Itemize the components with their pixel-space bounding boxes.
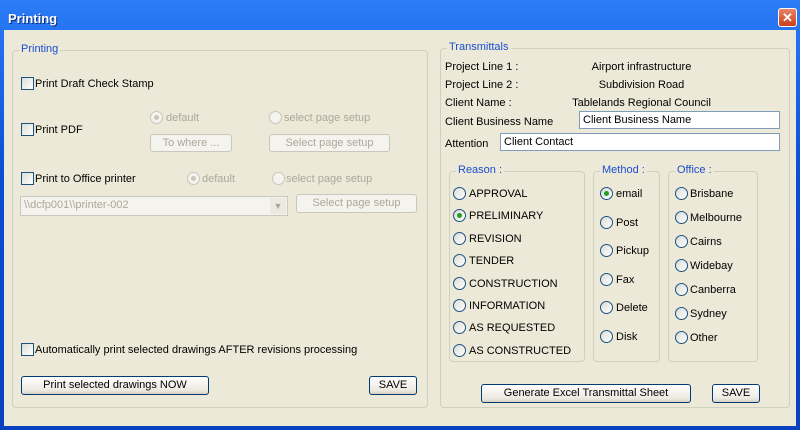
office-default-label: default bbox=[202, 173, 236, 185]
office-radio-canberra[interactable] bbox=[675, 283, 688, 296]
method-label: Method : bbox=[600, 164, 647, 176]
office-option-label: Widebay bbox=[690, 260, 733, 272]
reason-radio-approval[interactable] bbox=[453, 187, 466, 200]
printing-save-button[interactable]: SAVE bbox=[369, 376, 417, 395]
pdf-select-setup-label: select page setup bbox=[284, 112, 371, 124]
office-option-label: Melbourne bbox=[690, 212, 742, 224]
method-option-label: email bbox=[616, 188, 643, 200]
office-option-label: Brisbane bbox=[690, 188, 734, 200]
generate-excel-button[interactable]: Generate Excel Transmittal Sheet bbox=[481, 384, 691, 403]
info-row-label: Client Name : bbox=[445, 97, 512, 109]
reason-option-label: INFORMATION bbox=[469, 300, 546, 312]
reason-option-label: CONSTRUCTION bbox=[469, 277, 558, 290]
method-option-label: Pickup bbox=[616, 245, 650, 257]
reason-label: Reason : bbox=[456, 164, 505, 176]
office-option-label: Other bbox=[690, 332, 718, 344]
office-radio-cairns[interactable] bbox=[675, 235, 688, 248]
office-option-label: Sydney bbox=[690, 308, 727, 320]
pdf-default-label: default bbox=[166, 112, 200, 124]
method-radio-post[interactable] bbox=[600, 215, 613, 229]
print-office-checkbox[interactable] bbox=[21, 172, 34, 185]
window-title: Printing bbox=[8, 11, 58, 26]
auto-print-checkbox[interactable] bbox=[21, 343, 34, 356]
transmittals-group-label: Transmittals bbox=[447, 41, 511, 53]
pdf-default-radio[interactable] bbox=[150, 111, 163, 124]
print-now-button[interactable]: Print selected drawings NOW bbox=[21, 376, 209, 395]
pdf-select-setup-radio[interactable] bbox=[269, 111, 282, 124]
method-radio-disk[interactable] bbox=[600, 329, 613, 343]
reason-option-label: PRELIMINARY bbox=[469, 210, 544, 223]
auto-print-label: Automatically print selected drawings AF… bbox=[35, 344, 358, 356]
close-icon: ✕ bbox=[782, 10, 793, 25]
business-name-input[interactable] bbox=[579, 111, 780, 129]
print-draft-stamp-label: Print Draft Check Stamp bbox=[35, 78, 154, 90]
print-pdf-checkbox[interactable] bbox=[21, 123, 34, 136]
method-option-label: Post bbox=[616, 216, 639, 229]
info-row-label: Project Line 2 : bbox=[445, 79, 519, 91]
method-radio-email[interactable] bbox=[600, 187, 613, 200]
office-default-radio[interactable] bbox=[187, 172, 200, 185]
method-option-label: Fax bbox=[616, 273, 635, 286]
to-where-button[interactable]: To where ... bbox=[150, 134, 232, 152]
printer-select[interactable]: \\dcfp001\\printer-002 ▼ bbox=[20, 196, 288, 216]
printing-group-label: Printing bbox=[19, 43, 61, 55]
method-radio-fax[interactable] bbox=[600, 272, 613, 286]
office-option-label: Cairns bbox=[690, 236, 722, 248]
attention-label: Attention bbox=[445, 138, 489, 150]
window-body: Printing Print Draft Check Stamp default… bbox=[4, 30, 796, 426]
pdf-select-page-setup-button[interactable]: Select page setup bbox=[269, 134, 390, 152]
attention-input[interactable] bbox=[500, 133, 780, 151]
reason-radio-revision[interactable] bbox=[453, 231, 466, 245]
transmittals-save-button[interactable]: SAVE bbox=[712, 384, 760, 403]
reason-radio-as-constructed[interactable] bbox=[453, 343, 466, 357]
method-radio-pickup[interactable] bbox=[600, 244, 613, 257]
office-option-label: Canberra bbox=[690, 284, 736, 296]
office-label: Office : bbox=[675, 164, 714, 176]
method-radio-delete[interactable] bbox=[600, 301, 613, 314]
chevron-down-icon[interactable]: ▼ bbox=[270, 198, 286, 214]
close-button[interactable]: ✕ bbox=[778, 8, 797, 27]
office-radio-other[interactable] bbox=[675, 331, 688, 344]
reason-option-label: TENDER bbox=[469, 255, 515, 268]
method-option-label: Delete bbox=[616, 302, 648, 314]
office-radio-widebay[interactable] bbox=[675, 259, 688, 272]
office-select-setup-label: select page setup bbox=[286, 173, 373, 185]
reason-option-label: REVISION bbox=[469, 232, 522, 245]
reason-option-label: APPROVAL bbox=[469, 188, 528, 200]
office-select-page-setup-button[interactable]: Select page setup bbox=[296, 194, 417, 213]
print-draft-stamp-checkbox[interactable] bbox=[21, 77, 34, 90]
printer-select-value: \\dcfp001\\printer-002 bbox=[24, 199, 129, 211]
printing-window: Printing ✕ Printing Print Draft Check St… bbox=[0, 0, 800, 430]
info-row-value: Tablelands Regional Council bbox=[572, 97, 711, 109]
reason-option-label: AS CONSTRUCTED bbox=[469, 344, 572, 357]
office-radio-brisbane[interactable] bbox=[675, 187, 688, 200]
print-pdf-label: Print PDF bbox=[35, 124, 83, 136]
reason-option-label: AS REQUESTED bbox=[469, 322, 556, 335]
office-radio-melbourne[interactable] bbox=[675, 211, 688, 224]
office-select-setup-radio[interactable] bbox=[272, 172, 285, 185]
business-name-label: Client Business Name bbox=[445, 116, 554, 128]
info-row-value: Subdivision Road bbox=[598, 79, 685, 91]
reason-radio-information[interactable] bbox=[453, 299, 466, 312]
print-office-label: Print to Office printer bbox=[35, 173, 136, 185]
reason-radio-construction[interactable] bbox=[453, 276, 466, 290]
info-row-label: Project Line 1 : bbox=[445, 61, 519, 73]
office-radio-sydney[interactable] bbox=[675, 307, 688, 320]
method-option-label: Disk bbox=[616, 330, 638, 343]
info-row-value: Airport infrastructure bbox=[591, 61, 692, 73]
